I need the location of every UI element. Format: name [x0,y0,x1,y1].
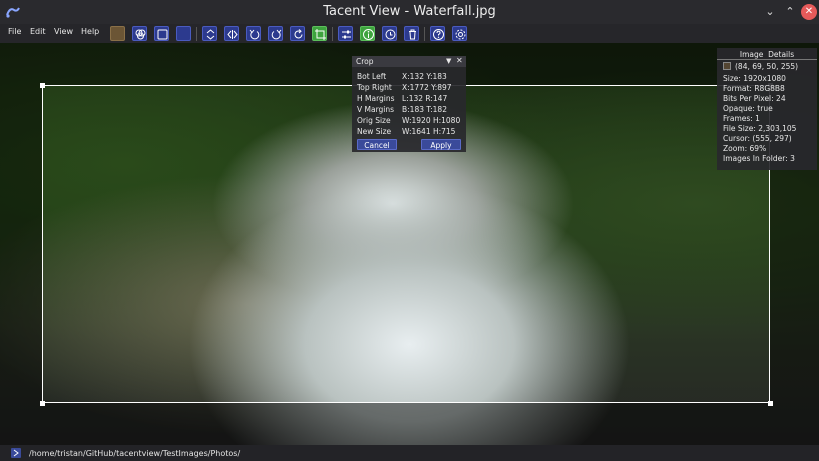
toolbar-divider [332,27,333,41]
crop-dim-region [0,85,42,403]
cancel-button[interactable]: Cancel [357,139,397,150]
window-title: Tacent View - Waterfall.jpg [323,4,496,19]
info-icon[interactable] [360,26,375,41]
pixel-color-value: (84, 69, 50, 255) [735,62,799,71]
detail-line: Zoom: 69% [723,144,767,153]
status-bar: /home/tristan/GitHub/tacentview/TestImag… [0,445,819,461]
apply-button[interactable]: Apply [421,139,461,150]
detail-line: Cursor: (555, 297) [723,134,792,143]
crop-panel: Crop ▼ ✕ Bot Left X:132 Y:183 Top Right X:… [352,56,466,152]
delete-icon[interactable] [404,26,419,41]
channels-icon[interactable] [132,26,147,41]
detail-line: File Size: 2,303,105 [723,124,797,133]
crop-panel-title: Crop [356,57,374,66]
detail-line: Size: 1920x1080 [723,74,786,83]
detail-line: Opaque: true [723,104,773,113]
settings-icon[interactable] [452,26,467,41]
menu-file[interactable]: File [8,27,21,36]
crop-handle-top-left[interactable] [40,83,45,88]
refresh-icon[interactable] [290,26,305,41]
details-header: Image Details [717,50,817,60]
rotate-right-icon[interactable] [268,26,283,41]
cycle-icon[interactable] [382,26,397,41]
rotate-left-icon[interactable] [246,26,261,41]
crop-dim-region [0,403,819,445]
pixel-color-swatch [723,62,731,70]
flip-vertical-icon[interactable] [202,26,217,41]
menu-view[interactable]: View [54,27,73,36]
background-icon[interactable] [176,26,191,41]
close-panel-icon[interactable]: ✕ [456,56,463,65]
adjust-icon[interactable] [338,26,353,41]
toolbar-divider [424,27,425,41]
detail-line: Format: R8G8B8 [723,84,785,93]
toolbar-divider [196,27,197,41]
menu-edit[interactable]: Edit [30,27,46,36]
toolbar: File Edit View Help [0,24,819,43]
menu-help[interactable]: Help [81,27,99,36]
tile-icon[interactable] [154,26,169,41]
folder-path: /home/tristan/GitHub/tacentview/TestImag… [29,449,241,458]
crop-handle-bottom-left[interactable] [40,401,45,406]
color-swatch-button[interactable] [110,26,125,41]
maximize-icon[interactable]: ⌃ [782,4,798,20]
crop-handle-bottom-right[interactable] [768,401,773,406]
folder-nav-icon[interactable] [11,448,21,458]
detail-line: Images In Folder: 3 [723,154,795,163]
image-viewport[interactable]: Crop ▼ ✕ Bot Left X:132 Y:183 Top Right X:… [0,43,819,445]
flip-horizontal-icon[interactable] [224,26,239,41]
crop-icon[interactable] [312,26,327,41]
crop-panel-header[interactable]: Crop ▼ ✕ [352,56,466,67]
help-icon[interactable] [430,26,445,41]
image-details-panel: Image Details (84, 69, 50, 255) Size: 19… [717,48,817,170]
close-icon[interactable]: ✕ [801,4,817,20]
title-bar: Tacent View - Waterfall.jpg ⌄ ⌃ ✕ [0,0,819,24]
collapse-icon[interactable]: ▼ [446,57,451,65]
detail-line: Bits Per Pixel: 24 [723,94,786,103]
minimize-icon[interactable]: ⌄ [762,4,778,20]
detail-line: Frames: 1 [723,114,760,123]
